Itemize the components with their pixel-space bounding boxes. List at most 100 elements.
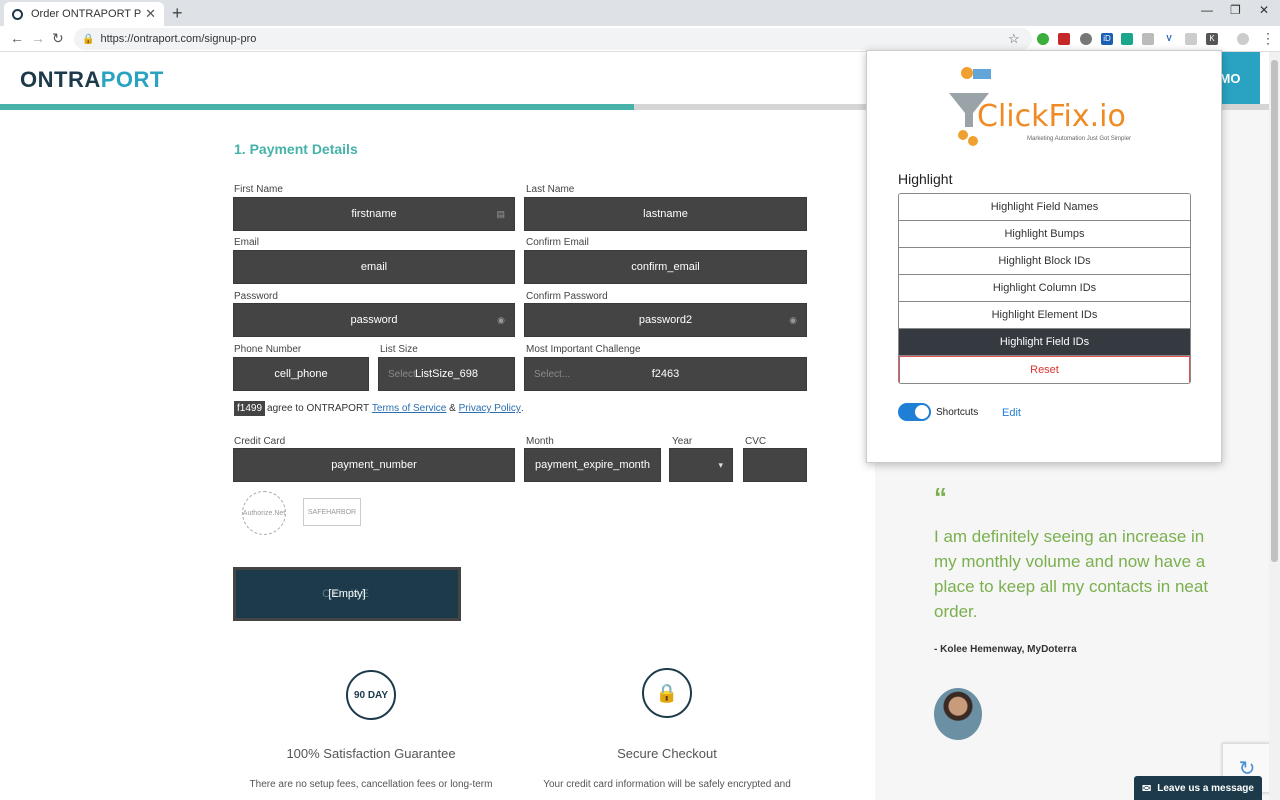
highlight-field-ids-button[interactable]: Highlight Field IDs (899, 329, 1190, 356)
highlight-bumps-button[interactable]: Highlight Bumps (899, 221, 1190, 248)
cvc-label: CVC (745, 436, 767, 447)
key-icon: ◉ (789, 314, 797, 325)
menu-kebab-icon[interactable]: ⋮ (1261, 30, 1275, 47)
envelope-icon: ✉ (1142, 782, 1152, 795)
extension-v-icon[interactable]: V (1163, 33, 1175, 45)
confirm-email-label: Confirm Email (526, 237, 589, 248)
browser-tab-bar: Order ONTRAPORT PRO ✕ + — ❐ ✕ (0, 0, 1280, 26)
reset-button[interactable]: Reset (899, 356, 1190, 383)
continue-label: [Empty] (328, 588, 366, 600)
progress-fill (0, 104, 634, 110)
maximize-icon[interactable]: ❐ (1230, 3, 1241, 17)
back-icon[interactable]: ← (10, 30, 24, 46)
challenge-label: Most Important Challenge (526, 344, 641, 355)
dropdown-arrow-icon: ▾ (718, 459, 723, 470)
scrollbar-thumb[interactable] (1271, 60, 1278, 562)
key-icon: ◉ (497, 314, 505, 325)
month-select[interactable]: payment_expire_month (524, 448, 661, 482)
extension-red-icon[interactable] (1058, 33, 1070, 45)
list-size-value: ListSize_698 (415, 368, 478, 380)
credit-card-value: payment_number (331, 459, 417, 471)
forward-icon[interactable]: → (31, 30, 45, 46)
testimonial-quote: I am definitely seeing an increase in my… (934, 527, 1209, 621)
secure-checkout-title: Secure Checkout (617, 746, 717, 761)
address-bar: ← → ↻ 🔒 https://ontraport.com/signup-pro… (0, 26, 1280, 52)
quote-mark-icon: “ (934, 482, 947, 512)
challenge-select[interactable]: Select... f2463 (524, 357, 807, 391)
terms-suffix: . (520, 403, 524, 414)
confirm-password-field[interactable]: password2 ◉ (524, 303, 807, 337)
extension-teal-icon[interactable] (1121, 33, 1133, 45)
reload-icon[interactable]: ↻ (52, 30, 64, 47)
extension-k-icon[interactable]: K (1206, 33, 1218, 45)
terms-of-service-link[interactable]: Terms of Service (372, 403, 446, 414)
clickfix-tagline: Marketing Automation Just Got Simpler (1027, 136, 1132, 142)
list-size-label: List Size (380, 344, 418, 355)
guarantee-text: There are no setup fees, cancellation fe… (249, 779, 493, 790)
testimonial-author: - Kolee Hemenway, MyDoterra (934, 644, 1077, 655)
toggle-knob (915, 405, 929, 419)
email-label: Email (234, 237, 260, 248)
password-field[interactable]: password ◉ (233, 303, 515, 337)
confirm-email-value: confirm_email (631, 261, 700, 273)
edit-link[interactable]: Edit (1002, 407, 1021, 419)
leave-message-label: Leave us a message (1157, 782, 1254, 794)
leave-message-button[interactable]: ✉ Leave us a message (1134, 776, 1262, 800)
minimize-icon[interactable]: — (1201, 3, 1213, 17)
year-label: Year (672, 436, 693, 447)
logo-text-b: PORT (100, 67, 164, 92)
privacy-policy-link[interactable]: Privacy Policy (459, 403, 521, 414)
section-title: 1. Payment Details (234, 141, 358, 157)
month-label: Month (526, 436, 554, 447)
month-value: payment_expire_month (535, 459, 650, 471)
phone-value: cell_phone (274, 368, 328, 380)
extension-gear-icon[interactable] (1080, 33, 1092, 45)
padlock-icon: 🔒 (642, 668, 692, 718)
highlight-block-ids-button[interactable]: Highlight Block IDs (899, 248, 1190, 275)
terms-checkbox[interactable]: f1499 (234, 401, 266, 416)
authorize-net-seal[interactable]: Authorize.Net (242, 491, 286, 535)
continue-button[interactable]: CO UE [Empty] (233, 567, 461, 621)
extension-id-icon[interactable]: iD (1101, 33, 1113, 45)
shortcuts-toggle[interactable] (898, 403, 931, 421)
highlight-button-list: Highlight Field Names Highlight Bumps Hi… (898, 193, 1191, 384)
extension-green-icon[interactable] (1037, 33, 1049, 45)
close-window-icon[interactable]: ✕ (1259, 3, 1269, 17)
phone-field[interactable]: cell_phone (233, 357, 369, 391)
last-name-value: lastname (643, 208, 688, 220)
close-tab-icon[interactable]: ✕ (145, 6, 156, 22)
last-name-field[interactable]: lastname (524, 197, 807, 231)
extension-chat-icon[interactable] (1185, 33, 1197, 45)
list-size-select[interactable]: Select ListSize_698 (378, 357, 515, 391)
year-select[interactable]: ▾ (669, 448, 733, 482)
url-field[interactable]: 🔒 https://ontraport.com/signup-pro (74, 28, 1032, 50)
list-size-placeholder: Select (388, 368, 416, 380)
email-field[interactable]: email (233, 250, 515, 284)
terms-amp: & (449, 403, 456, 414)
email-value: email (360, 261, 388, 273)
bookmark-star-icon[interactable]: ☆ (1008, 31, 1020, 47)
first-name-field[interactable]: firstname ▤ (233, 197, 515, 231)
guarantee-title: 100% Satisfaction Guarantee (286, 746, 456, 761)
terms-prefix: agree to ONTRAPORT (267, 403, 370, 414)
highlight-title: Highlight (898, 171, 953, 187)
ontraport-logo[interactable]: ONTRAPORT (20, 67, 164, 93)
password-label: Password (234, 291, 278, 302)
highlight-element-ids-button[interactable]: Highlight Element IDs (899, 302, 1190, 329)
90-day-guarantee-icon: 90 DAY (346, 670, 396, 720)
tab-title: Order ONTRAPORT PRO (31, 8, 142, 20)
highlight-field-names-button[interactable]: Highlight Field Names (899, 194, 1190, 221)
profile-avatar-icon[interactable] (1237, 33, 1249, 45)
extension-grid-icon[interactable] (1142, 33, 1154, 45)
confirm-email-field[interactable]: confirm_email (524, 250, 807, 284)
clickfix-brand: ClickFix.io (977, 99, 1126, 134)
clickfix-extension-popup: ClickFix.io Marketing Automation Just Go… (866, 50, 1222, 463)
cvc-field[interactable] (743, 448, 807, 482)
phone-label: Phone Number (234, 344, 302, 355)
secure-checkout-text: Your credit card information will be saf… (543, 779, 791, 790)
browser-tab[interactable]: Order ONTRAPORT PRO ✕ (4, 2, 164, 26)
page-scrollbar[interactable] (1269, 52, 1280, 800)
new-tab-icon[interactable]: + (172, 3, 183, 24)
credit-card-field[interactable]: payment_number (233, 448, 515, 482)
highlight-column-ids-button[interactable]: Highlight Column IDs (899, 275, 1190, 302)
